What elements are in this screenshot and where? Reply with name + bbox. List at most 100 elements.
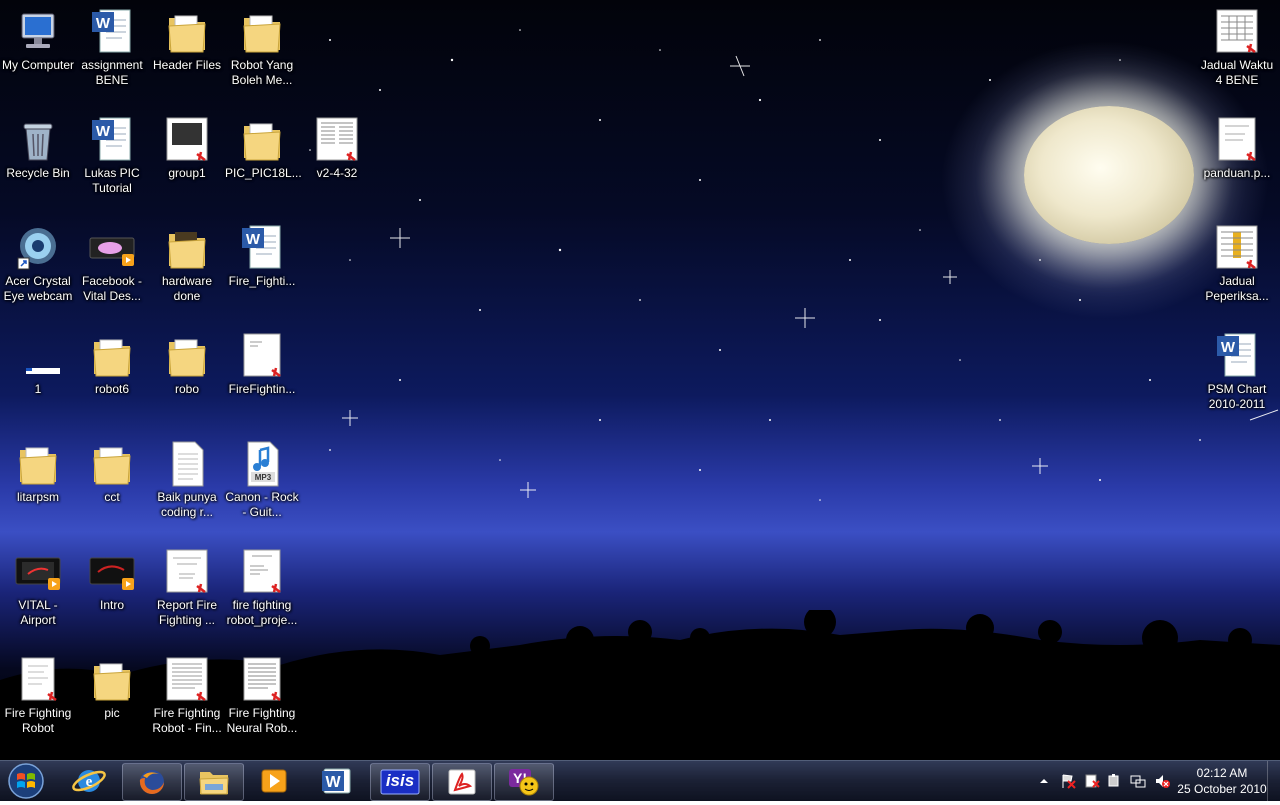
icon-label: FireFightin... [228,382,296,396]
icon-label: My Computer [1,58,75,72]
folder-icon [243,15,281,53]
safely-remove-hardware-icon[interactable] [1106,773,1122,789]
icon-label: Fire Fighting Robot - Fin... [152,706,222,735]
show-desktop-button[interactable] [1267,761,1280,801]
svg-text:W: W [96,123,111,140]
desktop-icon-jadual-waktu[interactable]: Jadual Waktu 4 BENE [1199,8,1275,88]
desktop-icon-psm-chart[interactable]: W PSM Chart 2010-2011 [1199,332,1275,412]
video-icon [15,557,61,590]
webcam-icon [17,228,56,270]
taskbar: e W isis Y! 02:12 AM 25 October 2010 [0,760,1280,801]
folder-icon [19,447,57,485]
desktop-icon-header-files[interactable]: Header Files [149,8,225,73]
icon-label: litarpsm [16,490,59,504]
action-center-flag-icon[interactable] [1060,773,1076,789]
mp3-file-icon: MP3 [247,441,279,487]
pdf-document-icon [21,657,57,701]
icon-label: v2-4-32 [316,166,358,180]
taskbar-acrobat-button[interactable] [432,763,492,801]
icon-label: Intro [99,598,124,612]
desktop-icon-acer-crystal[interactable]: Acer Crystal Eye webcam [0,224,76,304]
icon-label: Fire Fighting Neural Rob... [226,706,298,735]
desktop-icon-robot-yang[interactable]: Robot Yang Boleh Me... [224,8,300,88]
text-file-icon [172,441,204,487]
network-icon[interactable] [1130,773,1146,789]
icon-label: fire fighting robot_proje... [226,598,298,627]
video-icon [89,557,135,590]
pdf-document-icon [316,117,358,161]
clock[interactable]: 02:12 AM 25 October 2010 [1170,765,1274,797]
desktop-icon-fire-fighting-neural[interactable]: Fire Fighting Neural Rob... [224,656,300,736]
pdf-document-icon [166,549,208,593]
desktop-icon-hardware-done[interactable]: hardware done [149,224,225,304]
volume-muted-icon[interactable] [1154,773,1170,789]
desktop-icon-vital-airport[interactable]: VITAL - Airport [0,548,76,628]
desktop-icon-fire-fighting-robot-fin[interactable]: Fire Fighting Robot - Fin... [149,656,225,736]
clock-date: 25 October 2010 [1177,782,1267,796]
security-alert-icon[interactable] [1084,773,1100,789]
icon-label: Fire Fighting Robot [4,706,72,735]
pdf-document-icon [166,657,208,701]
desktop-icon-report-fire[interactable]: Report Fire Fighting ... [149,548,225,628]
taskbar-ie-button[interactable]: e [60,763,118,799]
pdf-document-icon [1218,117,1256,161]
desktop-icon-one[interactable]: 1 [0,332,76,397]
internet-explorer-icon: e [72,770,106,792]
desktop-icon-robot6[interactable]: robot6 [74,332,150,397]
pdf-document-icon [243,549,281,593]
desktop-icon-v2-4-32[interactable]: v2-4-32 [299,116,375,181]
start-button[interactable] [3,762,49,800]
desktop-icon-my-computer[interactable]: My Computer [0,8,76,73]
icon-label: PIC_PIC18L... [225,166,302,180]
icon-label: Jadual Peperiksa... [1205,274,1269,303]
folder-icon [168,232,206,269]
desktop-icon-group1[interactable]: group1 [149,116,225,181]
word-icon: W [322,768,351,794]
desktop-icon-jadual-peperiksa[interactable]: Jadual Peperiksa... [1199,224,1275,304]
desktop-icon-cct[interactable]: cct [74,440,150,505]
desktop-icon-facebook-vital[interactable]: Facebook - Vital Des... [74,224,150,304]
taskbar-word-button[interactable]: W [308,763,366,799]
chevron-up-icon[interactable] [1036,773,1052,789]
icon-label: Recycle Bin [6,166,70,180]
desktop-icon-lukas-pic[interactable]: W Lukas PIC Tutorial [74,116,150,196]
desktop-icon-assignment-bene[interactable]: W assignment BENE [74,8,150,88]
desktop-icon-intro[interactable]: Intro [74,548,150,613]
desktop-icon-fire-fighti-doc[interactable]: W Fire_Fighti... [224,224,300,289]
clock-time: 02:12 AM [1196,766,1248,780]
folder-icon [93,663,131,701]
icon-label: Robot Yang Boleh Me... [230,58,294,87]
icon-label: 1 [34,382,42,396]
taskbar-explorer-button[interactable] [184,763,244,801]
desktop-icon-recycle-bin[interactable]: Recycle Bin [0,116,76,181]
desktop-icon-litarpsm[interactable]: litarpsm [0,440,76,505]
desktop-icon-robo[interactable]: robo [149,332,225,397]
taskbar-media-button[interactable] [246,763,304,799]
desktop-icon-firefightin-pdf[interactable]: FireFightin... [224,332,300,397]
desktop-background[interactable]: My Computer Recycle Bin Acer Crystal Eye… [0,0,1280,760]
desktop-icon-fire-fighting-robot[interactable]: Fire Fighting Robot [0,656,76,736]
windows-logo-icon [8,763,44,799]
svg-text:e: e [86,774,93,790]
icon-label: Canon - Rock - Guit... [225,490,299,519]
icon-label: cct [104,490,120,504]
word-document-icon: W [92,117,131,161]
desktop-icon-panduan[interactable]: panduan.p... [1199,116,1275,181]
taskbar-yahoo-messenger-button[interactable]: Y! [494,763,554,801]
desktop-icon-baik-punya[interactable]: Baik punya coding r... [149,440,225,520]
video-icon [89,237,135,266]
file-icon [26,368,60,374]
pdf-document-icon [166,117,208,161]
icon-label: PSM Chart 2010-2011 [1207,382,1267,411]
taskbar-isis-button[interactable]: isis [370,763,430,801]
desktop-icon-pic[interactable]: pic [74,656,150,721]
folder-icon [93,339,131,377]
desktop-icon-fire-fighting-robot-proje[interactable]: fire fighting robot_proje... [224,548,300,628]
desktop-icon-canon-rock[interactable]: MP3 Canon - Rock - Guit... [224,440,300,520]
svg-text:W: W [246,231,261,248]
taskbar-firefox-button[interactable] [122,763,182,801]
icon-label: Acer Crystal Eye webcam [3,274,73,303]
icon-label: Report Fire Fighting ... [156,598,218,627]
desktop-icon-pic-pic18l[interactable]: PIC_PIC18L... [224,116,302,181]
word-document-icon: W [1217,333,1256,377]
